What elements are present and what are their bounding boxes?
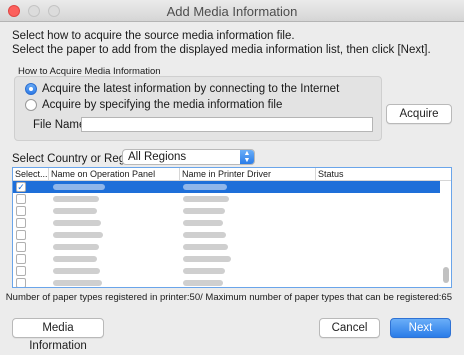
table-header: Select... Name on Operation Panel Name i… bbox=[13, 168, 451, 181]
paper-count-text: Number of paper types registered in prin… bbox=[5, 292, 452, 303]
select-arrows-icon: ▲ ▼ bbox=[240, 150, 254, 164]
column-header-status[interactable]: Status bbox=[316, 168, 451, 180]
operation-panel-name-cell bbox=[53, 232, 103, 238]
operation-panel-name-cell bbox=[53, 256, 97, 262]
operation-panel-name-cell bbox=[53, 244, 99, 250]
table-row[interactable] bbox=[13, 229, 440, 241]
file-name-input[interactable] bbox=[81, 117, 373, 132]
printer-driver-name-cell bbox=[183, 232, 226, 238]
media-information-button[interactable]: Media Information bbox=[12, 318, 104, 352]
printer-driver-name-cell bbox=[183, 244, 228, 250]
operation-panel-name-cell bbox=[53, 184, 105, 190]
acquire-button[interactable]: Acquire bbox=[386, 104, 452, 124]
radio-internet[interactable]: Acquire the latest information by connec… bbox=[25, 83, 339, 95]
row-checkbox[interactable] bbox=[16, 194, 26, 204]
operation-panel-name-cell bbox=[53, 280, 102, 286]
instruction-line-1: Select how to acquire the source media i… bbox=[12, 30, 295, 42]
printer-driver-name-cell bbox=[183, 184, 227, 190]
scrollbar-thumb[interactable] bbox=[443, 267, 449, 283]
table-row[interactable] bbox=[13, 217, 440, 229]
operation-panel-name-cell bbox=[53, 196, 99, 202]
row-checkbox[interactable] bbox=[16, 242, 26, 252]
country-region-select[interactable]: All Regions ▲ ▼ bbox=[122, 149, 255, 165]
printer-driver-name-cell bbox=[183, 256, 231, 262]
printer-driver-name-cell bbox=[183, 220, 223, 226]
table-row[interactable] bbox=[13, 205, 440, 217]
acquire-method-group: Acquire the latest information by connec… bbox=[14, 76, 382, 141]
row-checkbox[interactable] bbox=[16, 266, 26, 276]
table-row[interactable]: ✓ bbox=[13, 181, 440, 193]
column-header-select[interactable]: Select... bbox=[13, 168, 49, 180]
table-row[interactable] bbox=[13, 241, 440, 253]
table-row[interactable] bbox=[13, 277, 440, 287]
printer-driver-name-cell bbox=[183, 280, 223, 286]
window-title: Add Media Information bbox=[166, 4, 298, 19]
title-bar: Add Media Information bbox=[0, 0, 464, 22]
radio-internet-label: Acquire the latest information by connec… bbox=[42, 83, 340, 95]
table-row[interactable] bbox=[13, 265, 440, 277]
radio-file[interactable]: Acquire by specifying the media informat… bbox=[25, 99, 282, 111]
operation-panel-name-cell bbox=[53, 220, 101, 226]
printer-driver-name-cell bbox=[183, 268, 225, 274]
row-checkbox[interactable] bbox=[16, 278, 26, 287]
radio-internet-indicator[interactable] bbox=[25, 83, 37, 95]
media-table[interactable]: Select... Name on Operation Panel Name i… bbox=[12, 167, 452, 288]
row-checkbox[interactable] bbox=[16, 218, 26, 228]
printer-driver-name-cell bbox=[183, 196, 229, 202]
row-checkbox[interactable]: ✓ bbox=[16, 182, 26, 192]
instruction-line-2: Select the paper to add from the display… bbox=[12, 44, 431, 56]
country-region-value: All Regions bbox=[128, 151, 187, 163]
column-header-operation-panel[interactable]: Name on Operation Panel bbox=[49, 168, 180, 180]
row-checkbox[interactable] bbox=[16, 206, 26, 216]
column-header-printer-driver[interactable]: Name in Printer Driver bbox=[180, 168, 316, 180]
radio-file-indicator[interactable] bbox=[25, 99, 37, 111]
operation-panel-name-cell bbox=[53, 268, 100, 274]
operation-panel-name-cell bbox=[53, 208, 97, 214]
radio-file-label: Acquire by specifying the media informat… bbox=[42, 99, 283, 111]
table-scrollbar[interactable] bbox=[441, 181, 451, 287]
row-checkbox[interactable] bbox=[16, 230, 26, 240]
next-button[interactable]: Next bbox=[390, 318, 451, 338]
cancel-button[interactable]: Cancel bbox=[319, 318, 380, 338]
printer-driver-name-cell bbox=[183, 208, 225, 214]
table-row[interactable] bbox=[13, 253, 440, 265]
table-row[interactable] bbox=[13, 193, 440, 205]
row-checkbox[interactable] bbox=[16, 254, 26, 264]
